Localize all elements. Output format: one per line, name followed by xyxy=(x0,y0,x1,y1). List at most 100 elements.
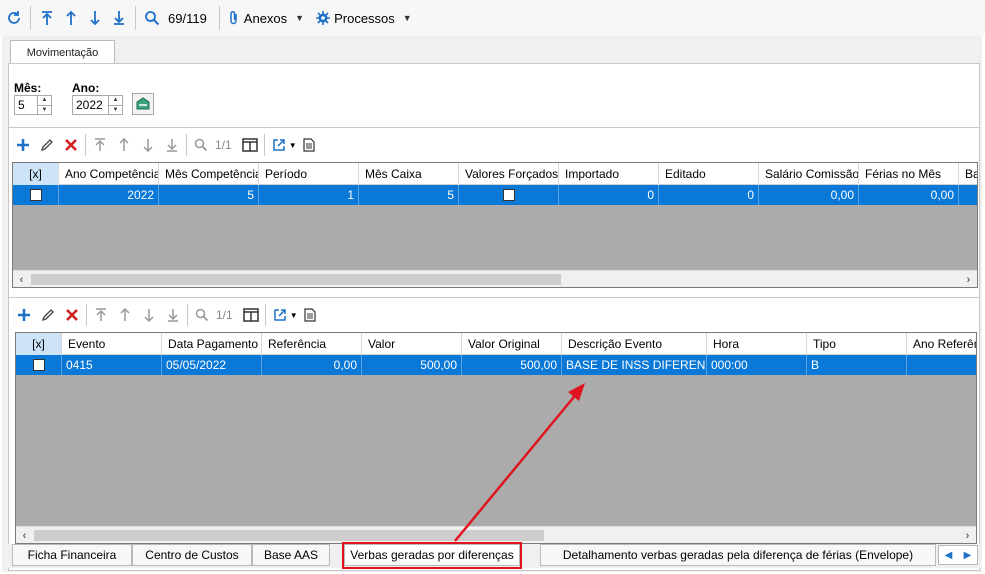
tab-ficha-financeira[interactable]: Ficha Financeira xyxy=(12,544,132,566)
scroll-left-icon[interactable]: ‹ xyxy=(13,271,30,287)
row-checkbox-cell[interactable] xyxy=(13,185,59,205)
tab-scroll-arrows[interactable]: ◀ ▶ xyxy=(938,545,978,565)
grid2-scrollbar[interactable]: ‹ › xyxy=(16,526,976,543)
next-record-icon[interactable] xyxy=(83,6,107,30)
tab-verbas-geradas[interactable]: Verbas geradas por diferenças xyxy=(344,544,520,566)
refresh-icon[interactable] xyxy=(2,6,26,30)
stepper-arrows[interactable]: ▲ ▼ xyxy=(37,96,51,114)
column-header[interactable]: Referência xyxy=(262,333,362,355)
column-header[interactable]: Descrição Evento xyxy=(562,333,707,355)
scroll-left-icon[interactable]: ‹ xyxy=(16,527,33,543)
column-header[interactable]: Valor xyxy=(362,333,462,355)
column-header[interactable]: Importado xyxy=(559,163,659,185)
column-header[interactable]: Ano Competência xyxy=(59,163,159,185)
toolbar-separator xyxy=(263,134,265,156)
up-icon[interactable]: ▲ xyxy=(109,96,122,106)
column-header[interactable]: Hora xyxy=(707,333,807,355)
folder-refresh-icon xyxy=(136,97,150,110)
columns-icon[interactable] xyxy=(238,133,262,157)
toolbar-separator xyxy=(218,6,220,30)
chevron-down-icon[interactable]: ▼ xyxy=(290,311,298,320)
column-header[interactable]: Tipo xyxy=(807,333,907,355)
stepper-arrows[interactable]: ▲ ▼ xyxy=(108,96,122,114)
column-header-select[interactable]: [x] xyxy=(16,333,62,355)
scroll-thumb[interactable] xyxy=(31,274,561,285)
delete-icon[interactable] xyxy=(59,133,83,157)
table-row[interactable]: 2022 5 1 5 0 0 0,00 0,00 xyxy=(13,185,977,205)
add-icon[interactable] xyxy=(11,133,35,157)
grid1-scrollbar[interactable]: ‹ › xyxy=(13,270,977,287)
first-record-icon[interactable] xyxy=(89,303,113,327)
grid2-counter: 1/1 xyxy=(216,308,233,322)
search-icon[interactable] xyxy=(190,303,214,327)
column-header[interactable]: Ba xyxy=(959,163,977,185)
column-header[interactable]: Evento xyxy=(62,333,162,355)
document-icon[interactable] xyxy=(297,133,321,157)
down-icon[interactable]: ▼ xyxy=(109,106,122,115)
last-record-icon[interactable] xyxy=(107,6,131,30)
table-row[interactable]: 0415 05/05/2022 0,00 500,00 500,00 BASE … xyxy=(16,355,976,375)
valores-forcados-cell[interactable] xyxy=(459,185,559,205)
column-header[interactable]: Editado xyxy=(659,163,759,185)
table-cell: 000:00 xyxy=(707,355,807,375)
add-icon[interactable] xyxy=(12,303,36,327)
previous-record-icon[interactable] xyxy=(113,303,137,327)
export-icon[interactable] xyxy=(268,303,292,327)
down-icon[interactable]: ▼ xyxy=(38,106,51,115)
mes-value: 5 xyxy=(18,98,25,112)
column-header[interactable]: Salário Comissão xyxy=(759,163,859,185)
chevron-down-icon[interactable]: ▼ xyxy=(289,141,297,150)
scroll-right-icon[interactable]: › xyxy=(960,271,977,287)
edit-icon[interactable] xyxy=(36,303,60,327)
toolbar-separator xyxy=(135,6,136,30)
apply-filter-button[interactable] xyxy=(132,93,154,115)
column-header[interactable]: Férias no Mês xyxy=(859,163,959,185)
row-checkbox-cell[interactable] xyxy=(16,355,62,375)
scroll-right-icon[interactable]: › xyxy=(959,527,976,543)
last-record-icon[interactable] xyxy=(161,303,185,327)
columns-icon[interactable] xyxy=(239,303,263,327)
next-record-icon[interactable] xyxy=(136,133,160,157)
column-header[interactable]: Valor Original xyxy=(462,333,562,355)
edit-icon[interactable] xyxy=(35,133,59,157)
processos-button[interactable]: Processos ▼ xyxy=(312,6,416,30)
record-counter: 69/119 xyxy=(168,10,207,26)
table-cell xyxy=(959,185,977,205)
column-header-select[interactable]: [x] xyxy=(13,163,59,185)
table-cell: 5 xyxy=(159,185,259,205)
mes-stepper[interactable]: 5 ▲ ▼ xyxy=(14,95,52,115)
column-header[interactable]: Mês Competência xyxy=(159,163,259,185)
up-icon[interactable]: ▲ xyxy=(38,96,51,106)
previous-record-icon[interactable] xyxy=(59,6,83,30)
ano-stepper[interactable]: 2022 ▲ ▼ xyxy=(72,95,123,115)
row-checkbox[interactable] xyxy=(32,359,45,371)
next-record-icon[interactable] xyxy=(137,303,161,327)
anexos-button[interactable]: Anexos ▼ xyxy=(224,6,308,30)
row-checkbox[interactable] xyxy=(29,189,42,201)
delete-icon[interactable] xyxy=(60,303,84,327)
tab-scroll-left-icon[interactable]: ◀ xyxy=(945,550,953,561)
previous-record-icon[interactable] xyxy=(112,133,136,157)
column-header[interactable]: Mês Caixa xyxy=(359,163,459,185)
tab-scroll-right-icon[interactable]: ▶ xyxy=(964,550,972,561)
tab-centro-de-custos[interactable]: Centro de Custos xyxy=(132,544,252,566)
column-header[interactable]: Período xyxy=(259,163,359,185)
main-toolbar: 69/119 Anexos ▼ Processos ▼ xyxy=(0,0,985,36)
column-header[interactable]: Ano Referên xyxy=(907,333,976,355)
table-cell: BASE DE INSS DIFEREN... xyxy=(562,355,707,375)
search-icon[interactable] xyxy=(189,133,213,157)
tab-base-aas[interactable]: Base AAS xyxy=(252,544,330,566)
valores-forcados-checkbox[interactable] xyxy=(502,189,515,201)
first-record-icon[interactable] xyxy=(35,6,59,30)
tab-movimentacao[interactable]: Movimentação xyxy=(10,40,115,64)
document-icon[interactable] xyxy=(298,303,322,327)
export-icon[interactable] xyxy=(267,133,291,157)
first-record-icon[interactable] xyxy=(88,133,112,157)
tab-detalhamento-verbas[interactable]: Detalhamento verbas geradas pela diferen… xyxy=(540,544,936,566)
last-record-icon[interactable] xyxy=(160,133,184,157)
ano-value: 2022 xyxy=(76,98,103,112)
column-header[interactable]: Valores Forçados xyxy=(459,163,559,185)
search-icon[interactable] xyxy=(140,6,164,30)
column-header[interactable]: Data Pagamento xyxy=(162,333,262,355)
scroll-thumb[interactable] xyxy=(34,530,544,541)
